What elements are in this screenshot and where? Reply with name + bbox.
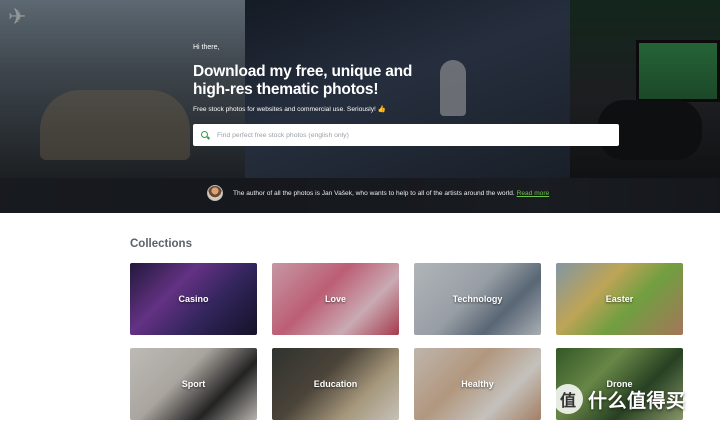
search-bar[interactable] xyxy=(193,124,619,146)
collection-label: Healthy xyxy=(461,379,494,389)
watermark-text: 什么值得买 xyxy=(588,390,686,412)
collections-heading: Collections xyxy=(130,238,192,250)
collection-label: Technology xyxy=(452,294,503,304)
collection-label: Love xyxy=(324,294,346,304)
search-input[interactable] xyxy=(217,131,607,139)
watermark: 值 什么值得买 xyxy=(553,382,686,416)
hero-title-line-1: Download my free, unique and xyxy=(193,63,413,80)
read-more-link[interactable]: Read more xyxy=(517,190,550,197)
collection-card-healthy[interactable]: Healthy xyxy=(414,348,541,420)
collection-card-technology[interactable]: Technology xyxy=(414,263,541,335)
page: ✈ Hi there, Download my free, unique and… xyxy=(0,0,720,427)
author-text: The author of all the photos is Jan Vaše… xyxy=(233,190,515,197)
author-info: The author of all the photos is Jan Vaše… xyxy=(233,190,549,197)
collection-label: Sport xyxy=(181,379,206,389)
hero-banner: ✈ Hi there, Download my free, unique and… xyxy=(0,0,720,213)
collection-label: Education xyxy=(313,379,358,389)
hero-content: Hi there, Download my free, unique and h… xyxy=(193,44,623,113)
author-avatar xyxy=(207,185,223,201)
watermark-badge: 值 xyxy=(553,384,583,414)
author-bar: The author of all the photos is Jan Vaše… xyxy=(0,178,720,213)
collection-card-easter[interactable]: Easter xyxy=(556,263,683,335)
collection-card-education[interactable]: Education xyxy=(272,348,399,420)
hero-subtitle: Free stock photos for websites and comme… xyxy=(193,106,386,113)
collection-card-sport[interactable]: Sport xyxy=(130,348,257,420)
collection-card-casino[interactable]: Casino xyxy=(130,263,257,335)
hero-title-line-2: high-res thematic photos! xyxy=(193,81,379,98)
collection-card-love[interactable]: Love xyxy=(272,263,399,335)
collection-label: Easter xyxy=(605,294,634,304)
hero-title: Download my free, unique and high-res th… xyxy=(193,63,623,99)
hero-greeting: Hi there, xyxy=(193,44,220,51)
collection-label: Casino xyxy=(178,294,209,304)
search-icon xyxy=(201,130,210,140)
